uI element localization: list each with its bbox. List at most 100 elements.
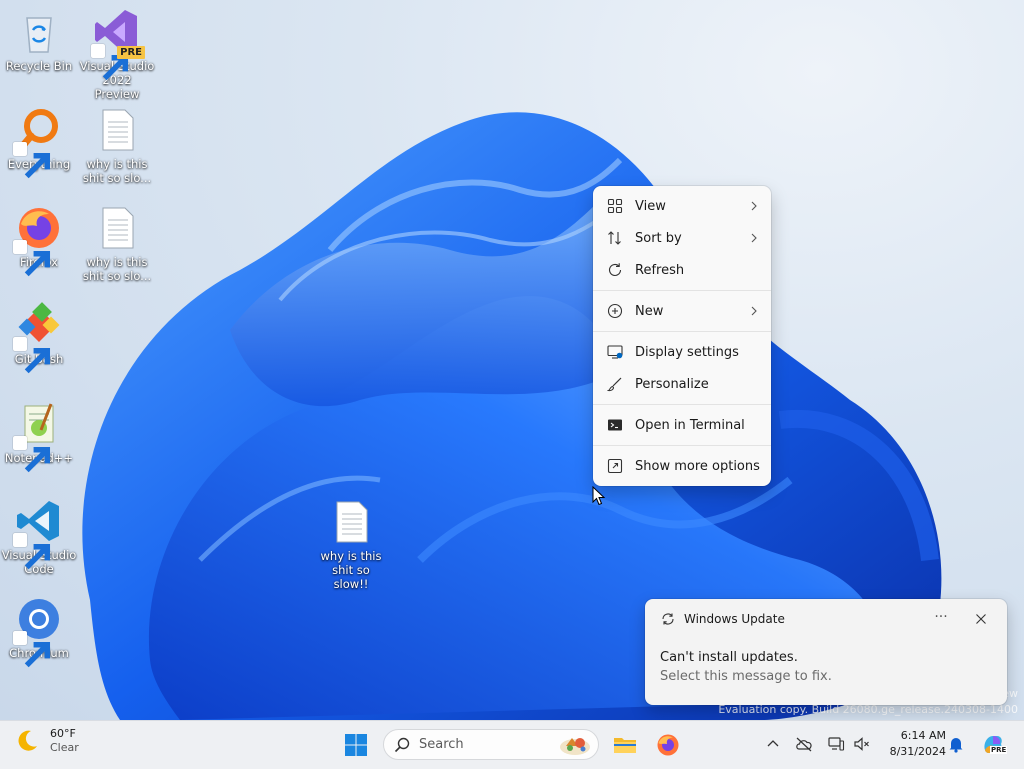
windows-update-notification[interactable]: Windows Update ··· Can't install updates… bbox=[645, 599, 1007, 705]
volume-status[interactable] bbox=[853, 735, 871, 753]
file-explorer-taskbar-button[interactable] bbox=[609, 729, 641, 761]
chevron-right-icon bbox=[751, 233, 757, 243]
firefox-icon bbox=[13, 204, 63, 277]
desktop-icon-visual-studio[interactable]: PRE Visual Studio 2022 Preview bbox=[79, 8, 155, 101]
windows-logo-icon bbox=[345, 734, 367, 756]
sync-icon bbox=[662, 613, 674, 625]
desktop-icon-notepadpp[interactable]: Notepad++ bbox=[1, 400, 77, 473]
display-icon bbox=[607, 344, 623, 360]
text-file-icon bbox=[93, 106, 141, 154]
pre-badge: PRE bbox=[117, 46, 145, 59]
network-icon bbox=[828, 737, 845, 751]
cloud-offline-icon bbox=[796, 737, 812, 752]
menu-separator bbox=[593, 445, 771, 446]
taskbar-search-box[interactable]: Search bbox=[383, 729, 599, 760]
desktop-icon-git-bash[interactable]: Git Bash bbox=[1, 301, 77, 374]
bell-icon bbox=[949, 738, 963, 753]
shortcut-arrow-icon bbox=[13, 142, 51, 179]
search-placeholder: Search bbox=[419, 737, 464, 752]
menu-item-sort-by[interactable]: Sort by bbox=[593, 222, 771, 254]
notification-title: Can't install updates. bbox=[660, 650, 798, 665]
search-highlight-icon bbox=[560, 737, 590, 755]
notification-body: Select this message to fix. bbox=[660, 669, 832, 684]
folder-icon bbox=[614, 738, 636, 753]
clock-time: 6:14 AM bbox=[900, 729, 946, 742]
chromium-icon bbox=[13, 595, 63, 668]
firefox-icon bbox=[657, 734, 679, 756]
shortcut-arrow-icon bbox=[13, 533, 51, 570]
desktop-icon-vscode[interactable]: Visual Studio Code bbox=[1, 497, 77, 576]
notepadpp-icon bbox=[13, 400, 63, 473]
menu-item-open-in-terminal[interactable]: Open in Terminal bbox=[593, 409, 771, 441]
menu-separator bbox=[593, 404, 771, 405]
shortcut-arrow-icon bbox=[91, 44, 129, 81]
more-options-icon bbox=[607, 458, 623, 474]
onedrive-status[interactable] bbox=[795, 735, 813, 753]
menu-item-show-more-options[interactable]: Show more options bbox=[593, 450, 771, 482]
desktop-icon-label: why is this shit so slo... bbox=[82, 157, 152, 185]
new-plus-icon bbox=[607, 303, 623, 319]
notifications-button[interactable] bbox=[947, 735, 965, 753]
desktop-icon-label: why is this shit so slow!! bbox=[320, 549, 382, 591]
network-status[interactable] bbox=[827, 735, 845, 753]
menu-item-new[interactable]: New bbox=[593, 295, 771, 327]
menu-item-refresh[interactable]: Refresh bbox=[593, 254, 771, 286]
everything-icon bbox=[13, 106, 63, 179]
notification-app-name: Windows Update bbox=[684, 612, 785, 626]
desktop-icon-everything[interactable]: Everything bbox=[1, 106, 77, 179]
text-file-icon bbox=[327, 498, 375, 546]
notification-more-button[interactable]: ··· bbox=[933, 609, 949, 625]
menu-item-label: Open in Terminal bbox=[635, 417, 745, 433]
git-bash-icon bbox=[13, 301, 63, 374]
notification-header: Windows Update bbox=[661, 612, 785, 626]
desktop-icon-text-file-3[interactable]: why is this shit so slow!! bbox=[313, 498, 389, 591]
menu-item-label: View bbox=[635, 198, 666, 214]
desktop-icon-recycle-bin[interactable]: Recycle Bin bbox=[1, 8, 77, 73]
desktop-icon-chromium[interactable]: Chromium bbox=[1, 595, 77, 668]
desktop-icon-text-file-1[interactable]: why is this shit so slo... bbox=[79, 106, 155, 185]
weather-widget[interactable]: 60°F Clear bbox=[14, 727, 79, 755]
chevron-up-icon bbox=[767, 740, 779, 747]
brush-icon bbox=[607, 376, 623, 392]
speaker-muted-icon bbox=[854, 737, 869, 751]
taskbar: 60°F Clear Search 6:14 AM 8/31/2024 PRE bbox=[0, 720, 1024, 769]
sort-icon bbox=[607, 230, 623, 246]
weather-temperature: 60°F bbox=[50, 727, 76, 740]
menu-item-label: Personalize bbox=[635, 376, 709, 392]
grid-view-icon bbox=[607, 198, 623, 214]
moon-icon bbox=[18, 730, 37, 751]
desktop-icon-label: why is this shit so slo... bbox=[82, 255, 152, 283]
desktop-icon-text-file-2[interactable]: why is this shit so slo... bbox=[79, 204, 155, 283]
desktop-context-menu: View Sort by Refresh New Display setting… bbox=[593, 186, 771, 486]
taskbar-clock[interactable]: 6:14 AM 8/31/2024 bbox=[876, 728, 946, 760]
menu-item-display-settings[interactable]: Display settings bbox=[593, 336, 771, 368]
desktop-icon-firefox[interactable]: Firefox bbox=[1, 204, 77, 277]
shortcut-arrow-icon bbox=[13, 337, 51, 374]
terminal-icon bbox=[607, 417, 623, 433]
menu-item-label: Show more options bbox=[635, 458, 760, 474]
menu-item-label: New bbox=[635, 303, 664, 319]
desktop[interactable]: Recycle Bin Everything Firefox Git Bash … bbox=[0, 0, 1024, 720]
show-hidden-icons-button[interactable] bbox=[764, 735, 782, 753]
chevron-right-icon bbox=[751, 201, 757, 211]
firefox-taskbar-button[interactable] bbox=[652, 729, 684, 761]
menu-item-label: Display settings bbox=[635, 344, 739, 360]
vscode-icon bbox=[13, 497, 63, 570]
start-button[interactable] bbox=[340, 729, 372, 761]
menu-item-personalize[interactable]: Personalize bbox=[593, 368, 771, 400]
close-icon[interactable] bbox=[975, 613, 987, 625]
menu-separator bbox=[593, 290, 771, 291]
shortcut-arrow-icon bbox=[13, 240, 51, 277]
search-icon bbox=[394, 737, 410, 752]
visual-studio-icon: PRE bbox=[91, 8, 145, 81]
desktop-icon-label: Recycle Bin bbox=[5, 59, 73, 73]
shortcut-arrow-icon bbox=[13, 631, 51, 668]
pre-badge: PRE bbox=[990, 746, 1008, 754]
text-file-icon bbox=[93, 204, 141, 252]
copilot-button[interactable]: PRE bbox=[981, 732, 1008, 756]
shortcut-arrow-icon bbox=[13, 436, 51, 473]
menu-item-view[interactable]: View bbox=[593, 190, 771, 222]
chevron-right-icon bbox=[751, 306, 757, 316]
menu-separator bbox=[593, 331, 771, 332]
clock-date: 8/31/2024 bbox=[889, 745, 946, 758]
